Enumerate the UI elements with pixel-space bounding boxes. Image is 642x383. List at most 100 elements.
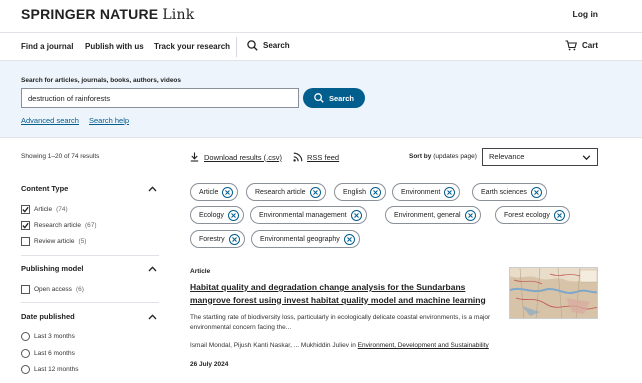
facet-option-count: (6) — [75, 286, 84, 293]
nav-divider — [236, 37, 237, 57]
checkbox-unchecked[interactable] — [21, 285, 30, 294]
sort-select[interactable]: Relevance — [482, 148, 598, 166]
chip-label: Forestry — [199, 235, 225, 243]
checkbox-unchecked[interactable] — [21, 237, 30, 246]
filter-chip[interactable]: Forestry — [190, 230, 245, 248]
search-submit-button[interactable]: Search — [303, 88, 365, 108]
sort-by-text: Sort by — [409, 153, 432, 160]
nav-search-button[interactable]: Search — [247, 40, 290, 51]
logo-suffix: Link — [162, 7, 195, 23]
facet-option-label: Review article — [34, 238, 75, 245]
download-results-link[interactable]: Download results (.csv) — [190, 152, 282, 162]
close-icon[interactable] — [309, 186, 321, 198]
close-icon[interactable] — [228, 233, 240, 245]
download-label: Download results (.csv) — [204, 152, 282, 162]
results-count: Showing 1–20 of 74 results — [21, 153, 100, 160]
nav-track-research[interactable]: Track your research — [154, 42, 230, 51]
facet-option-count: (67) — [84, 222, 97, 229]
main-nav: Find a journal Publish with us Track you… — [0, 32, 642, 60]
close-icon[interactable] — [530, 186, 542, 198]
close-icon[interactable] — [369, 186, 381, 198]
cart-label: Cart — [581, 41, 598, 50]
chip-label: Environmental geography — [260, 235, 340, 243]
filter-chip[interactable]: Environmental geography — [251, 230, 360, 248]
search-submit-label: Search — [328, 93, 355, 103]
result-title-link[interactable]: Habitat quality and degradation change a… — [190, 281, 500, 306]
chevron-up-icon[interactable] — [148, 313, 157, 321]
checkmark-icon — [22, 222, 29, 229]
rss-feed-link[interactable]: RSS feed — [293, 152, 339, 162]
chip-label: Environment, general — [394, 211, 461, 219]
cart-button[interactable]: Cart — [565, 40, 598, 51]
nav-find-journal[interactable]: Find a journal — [21, 42, 73, 51]
radio-button[interactable] — [21, 332, 30, 341]
facet-option-last-6-months[interactable]: Last 6 months — [21, 349, 75, 358]
cart-icon — [565, 40, 577, 51]
chip-label: English — [343, 188, 366, 196]
facet-option-last-3-months[interactable]: Last 3 months — [21, 332, 75, 341]
close-icon[interactable] — [350, 209, 362, 221]
close-icon[interactable] — [444, 186, 456, 198]
facet-option-article[interactable]: Article (74) — [21, 205, 68, 214]
facet-option-count: (5) — [78, 238, 87, 245]
facet-option-open-access[interactable]: Open access (6) — [21, 285, 84, 294]
nav-search-label: Search — [263, 41, 290, 50]
search-input[interactable] — [21, 88, 299, 108]
sort-by-label: Sort by (updates page) — [409, 153, 477, 160]
facet-publishing-model-title[interactable]: Publishing model — [21, 264, 159, 273]
chip-label: Article — [199, 188, 219, 196]
nav-publish-with-us[interactable]: Publish with us — [85, 42, 144, 51]
result-journal-link[interactable]: Environment, Development and Sustainabil… — [358, 342, 489, 349]
springer-nature-link-logo[interactable]: SPRINGER NATURE Link — [21, 6, 194, 23]
filter-chip[interactable]: Environment — [392, 183, 461, 201]
chevron-up-icon[interactable] — [148, 185, 157, 193]
facet-content-type-title[interactable]: Content Type — [21, 184, 159, 193]
result-authors: Ismail Mondal, Pijush Kanti Naskar, ... … — [190, 341, 490, 351]
search-help-link[interactable]: Search help — [89, 116, 129, 125]
chip-label: Environmental management — [259, 211, 347, 219]
filter-chip[interactable]: Forest ecology — [495, 206, 570, 224]
facet-date-published-title[interactable]: Date published — [21, 312, 159, 321]
close-icon[interactable] — [464, 209, 476, 221]
checkbox-checked[interactable] — [21, 221, 30, 230]
facet-option-label: Last 3 months — [34, 333, 75, 340]
checkbox-checked[interactable] — [21, 205, 30, 214]
facet-option-label: Open access — [34, 286, 72, 293]
filter-chip[interactable]: Environment, general — [385, 206, 481, 224]
result-snippet: The startling rate of biodiversity loss,… — [190, 314, 491, 331]
filter-chip[interactable]: English — [334, 183, 386, 201]
result-author-list: Ismail Mondal, Pijush Kanti Naskar, ... … — [190, 342, 358, 349]
radio-button[interactable] — [21, 349, 30, 358]
chevron-down-icon — [582, 155, 591, 161]
search-icon — [314, 93, 324, 103]
radio-button[interactable] — [21, 365, 30, 374]
sort-note: (updates page) — [433, 153, 477, 160]
facet-option-label: Article — [34, 206, 53, 213]
search-panel: Search for articles, journals, books, au… — [0, 60, 642, 138]
rss-label: RSS feed — [307, 152, 340, 162]
facet-option-last-12-months[interactable]: Last 12 months — [21, 365, 78, 374]
top-header: SPRINGER NATURE Link Log in — [0, 0, 642, 32]
facet-option-review-article[interactable]: Review article (5) — [21, 237, 86, 246]
result-date: 26 July 2024 — [190, 361, 229, 368]
chip-label: Research article — [255, 188, 306, 196]
close-icon[interactable] — [222, 186, 234, 198]
filter-chip[interactable]: Research article — [246, 183, 326, 201]
filter-chip[interactable]: Article — [190, 183, 239, 201]
close-icon[interactable] — [553, 209, 565, 221]
advanced-search-link[interactable]: Advanced search — [21, 116, 79, 125]
login-link[interactable]: Log in — [573, 9, 599, 19]
facet-option-research-article[interactable]: Research article (67) — [21, 221, 97, 230]
result-thumbnail-image[interactable] — [509, 267, 598, 319]
result-content-type: Article — [190, 268, 211, 275]
search-icon — [247, 40, 258, 51]
facet-divider — [21, 255, 159, 256]
filter-chip[interactable]: Ecology — [190, 206, 244, 224]
chevron-up-icon[interactable] — [148, 265, 157, 273]
chip-label: Ecology — [199, 211, 224, 219]
checkmark-icon — [22, 206, 29, 213]
close-icon[interactable] — [343, 233, 355, 245]
close-icon[interactable] — [227, 209, 239, 221]
filter-chip[interactable]: Earth sciences — [472, 183, 547, 201]
filter-chip[interactable]: Environmental management — [250, 206, 367, 224]
